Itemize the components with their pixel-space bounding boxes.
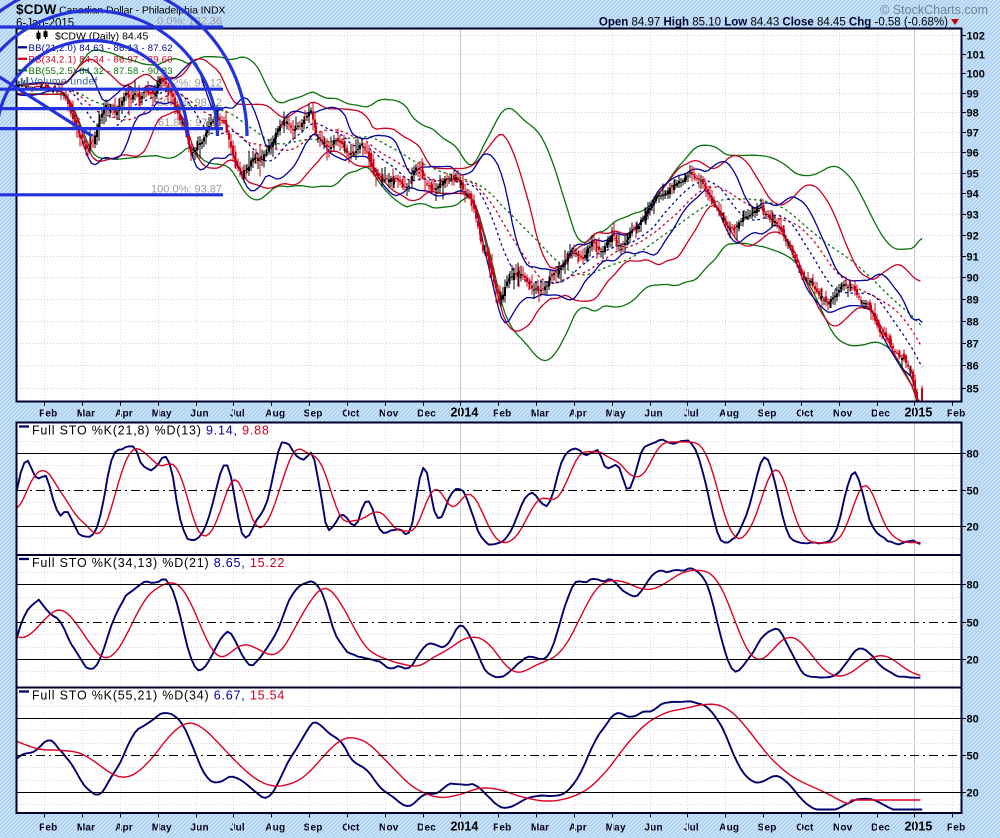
svg-text:50: 50 bbox=[967, 618, 979, 630]
svg-text:92: 92 bbox=[967, 231, 979, 243]
svg-text:Feb: Feb bbox=[947, 409, 965, 420]
svg-text:Sep: Sep bbox=[758, 823, 777, 834]
svg-text:May: May bbox=[152, 823, 172, 834]
svg-text:89: 89 bbox=[967, 295, 979, 307]
svg-text:Aug: Aug bbox=[719, 409, 739, 420]
svg-text:Jul: Jul bbox=[230, 409, 245, 420]
svg-text:Sep: Sep bbox=[758, 409, 777, 420]
svg-text:Jul: Jul bbox=[684, 823, 699, 834]
svg-text:80: 80 bbox=[967, 449, 979, 461]
svg-text:Mar: Mar bbox=[531, 823, 549, 834]
svg-text:Jun: Jun bbox=[190, 409, 208, 420]
svg-text:94: 94 bbox=[967, 189, 980, 201]
svg-text:Full STO %K(21,8) %D(13) 9.14,: Full STO %K(21,8) %D(13) 9.14, 9.88 bbox=[32, 424, 270, 438]
svg-text:Feb: Feb bbox=[493, 823, 511, 834]
svg-text:Volume undef: Volume undef bbox=[31, 76, 98, 88]
svg-text:Dec: Dec bbox=[417, 409, 436, 420]
svg-text:Apr: Apr bbox=[115, 409, 133, 420]
svg-text:Jun: Jun bbox=[644, 409, 662, 420]
svg-text:Apr: Apr bbox=[115, 823, 133, 834]
svg-text:Feb: Feb bbox=[39, 823, 57, 834]
svg-text:Jun: Jun bbox=[190, 823, 208, 834]
svg-text:2014: 2014 bbox=[450, 820, 478, 834]
svg-text:97: 97 bbox=[967, 128, 979, 140]
svg-text:Apr: Apr bbox=[569, 409, 587, 420]
svg-text:Oct: Oct bbox=[342, 409, 360, 420]
svg-text:20: 20 bbox=[967, 655, 979, 667]
svg-text:100: 100 bbox=[967, 69, 985, 81]
svg-text:85: 85 bbox=[967, 384, 979, 396]
svg-text:Feb: Feb bbox=[493, 409, 511, 420]
svg-text:91: 91 bbox=[967, 252, 979, 264]
svg-text:Feb: Feb bbox=[39, 409, 57, 420]
svg-text:Full STO %K(55,21) %D(34) 6.67: Full STO %K(55,21) %D(34) 6.67, 15.54 bbox=[32, 689, 285, 703]
svg-text:$CDW: $CDW bbox=[16, 2, 57, 17]
svg-text:Dec: Dec bbox=[871, 409, 890, 420]
svg-text:20: 20 bbox=[967, 788, 979, 800]
svg-text:50: 50 bbox=[967, 751, 979, 763]
svg-text:Nov: Nov bbox=[833, 409, 853, 420]
svg-text:Apr: Apr bbox=[569, 823, 587, 834]
svg-text:Mar: Mar bbox=[531, 409, 549, 420]
svg-text:May: May bbox=[606, 409, 626, 420]
svg-text:Dec: Dec bbox=[417, 823, 436, 834]
svg-text:87: 87 bbox=[967, 339, 979, 351]
svg-text:BB(21,2.0) 84.63 - 86.13 - 87.: BB(21,2.0) 84.63 - 86.13 - 87.62 bbox=[29, 43, 173, 54]
svg-text:Full STO %K(34,13) %D(21) 8.65: Full STO %K(34,13) %D(21) 8.65, 15.22 bbox=[32, 556, 285, 570]
svg-text:Oct: Oct bbox=[796, 409, 814, 420]
svg-text:50: 50 bbox=[967, 486, 979, 498]
svg-text:2014: 2014 bbox=[450, 406, 478, 420]
svg-text:Jul: Jul bbox=[230, 823, 245, 834]
svg-text:May: May bbox=[152, 409, 172, 420]
svg-text:96: 96 bbox=[967, 148, 979, 160]
svg-text:Feb: Feb bbox=[947, 823, 965, 834]
svg-text:80: 80 bbox=[967, 580, 979, 592]
svg-text:102: 102 bbox=[967, 31, 985, 43]
svg-text:20: 20 bbox=[967, 522, 979, 534]
svg-text:Aug: Aug bbox=[265, 409, 285, 420]
svg-text:95: 95 bbox=[967, 169, 979, 181]
svg-text:2015: 2015 bbox=[904, 820, 932, 834]
svg-text:90: 90 bbox=[967, 273, 979, 285]
svg-text:Open 84.97 High 85.10 Low 84.4: Open 84.97 High 85.10 Low 84.43 Close 84… bbox=[599, 17, 948, 29]
svg-text:Dec: Dec bbox=[871, 823, 890, 834]
svg-text:Jul: Jul bbox=[684, 409, 699, 420]
svg-text:Aug: Aug bbox=[719, 823, 739, 834]
svg-text:99: 99 bbox=[967, 89, 979, 101]
svg-text:Oct: Oct bbox=[342, 823, 360, 834]
svg-text:Mar: Mar bbox=[77, 823, 95, 834]
svg-text:Nov: Nov bbox=[833, 823, 853, 834]
svg-text:Mar: Mar bbox=[77, 409, 95, 420]
svg-text:Aug: Aug bbox=[265, 823, 285, 834]
svg-text:93: 93 bbox=[967, 210, 979, 222]
svg-text:Nov: Nov bbox=[379, 409, 399, 420]
svg-text:Nov: Nov bbox=[379, 823, 399, 834]
svg-text:Sep: Sep bbox=[304, 409, 323, 420]
svg-text:80: 80 bbox=[967, 714, 979, 726]
svg-text:88: 88 bbox=[967, 317, 979, 329]
svg-text:98: 98 bbox=[967, 108, 979, 120]
svg-text:Jun: Jun bbox=[644, 823, 662, 834]
svg-text:Sep: Sep bbox=[304, 823, 323, 834]
svg-text:101: 101 bbox=[967, 50, 985, 62]
svg-text:May: May bbox=[606, 823, 626, 834]
svg-text:Oct: Oct bbox=[796, 823, 814, 834]
svg-text:© StockCharts.com: © StockCharts.com bbox=[880, 3, 988, 17]
svg-text:86: 86 bbox=[967, 361, 979, 373]
svg-text:2015: 2015 bbox=[904, 406, 932, 420]
